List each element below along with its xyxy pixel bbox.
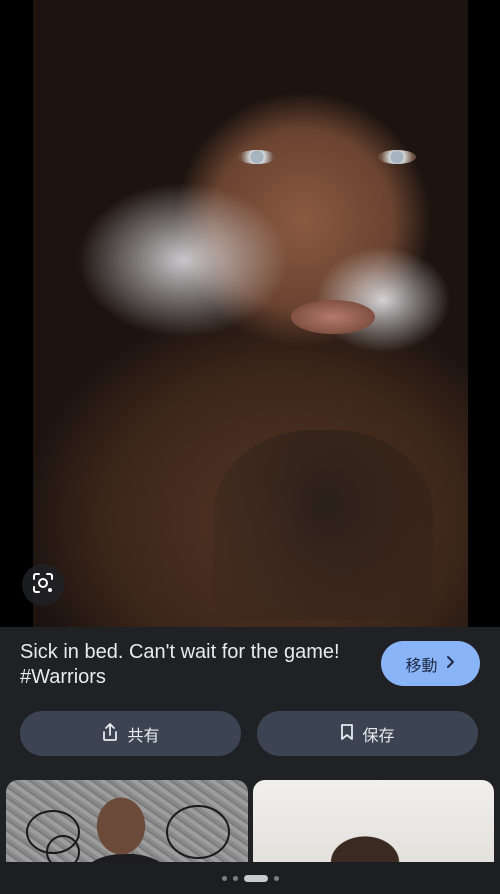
photo-detail — [291, 300, 375, 334]
lens-search-icon — [32, 572, 54, 599]
bookmark-icon — [340, 723, 354, 745]
share-button-label: 共有 — [127, 725, 160, 745]
visit-button[interactable]: 移動 — [381, 641, 480, 686]
visit-button-label: 移動 — [405, 655, 438, 675]
save-button-label: 保存 — [362, 725, 395, 745]
page-dot-active — [243, 874, 268, 882]
photo-detail — [238, 150, 428, 174]
page-dot — [273, 875, 279, 881]
page-dot — [221, 875, 227, 881]
share-button[interactable]: 共有 — [20, 711, 241, 756]
related-images — [0, 780, 500, 862]
lens-search-button[interactable] — [22, 564, 64, 606]
related-image-thumbnail[interactable] — [253, 780, 494, 862]
page-dot — [232, 875, 238, 881]
main-photo[interactable] — [33, 0, 468, 627]
save-button[interactable]: 保存 — [257, 711, 478, 756]
related-image-thumbnail[interactable] — [6, 780, 248, 862]
image-viewer — [0, 0, 500, 627]
chevron-right-icon — [446, 654, 456, 673]
share-icon — [101, 722, 119, 746]
photo-detail — [213, 430, 433, 620]
page-indicator — [0, 862, 500, 894]
post-caption: Sick in bed. Can't wait for the game! #W… — [20, 641, 340, 688]
